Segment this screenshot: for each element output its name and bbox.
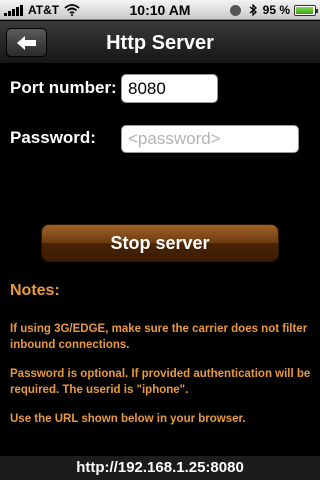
status-right: 95 %: [229, 3, 318, 17]
port-input[interactable]: [121, 74, 218, 103]
note-password: Password is optional. If provided authen…: [10, 368, 311, 396]
page-title: Http Server: [106, 32, 214, 54]
port-label: Port number:: [10, 78, 117, 97]
battery-percent: 95 %: [262, 3, 290, 17]
password-label: Password:: [10, 128, 96, 147]
battery-fill: [296, 6, 313, 14]
stop-server-button[interactable]: Stop server: [41, 224, 279, 262]
server-url: http://192.168.1.25:8080: [0, 456, 320, 480]
battery-icon: [294, 4, 318, 16]
note-carrier: If using 3G/EDGE, make sure the carrier …: [10, 323, 308, 351]
password-input[interactable]: [121, 125, 299, 153]
status-bar: AT&T 10:10 AM 95 %: [0, 0, 320, 20]
rotation-lock-icon: [229, 4, 241, 16]
notes-title: Notes:: [10, 282, 60, 299]
navigation-bar: Http Server: [0, 21, 320, 64]
bluetooth-icon: [249, 4, 257, 16]
note-url: Use the URL shown below in your browser.: [10, 413, 246, 425]
